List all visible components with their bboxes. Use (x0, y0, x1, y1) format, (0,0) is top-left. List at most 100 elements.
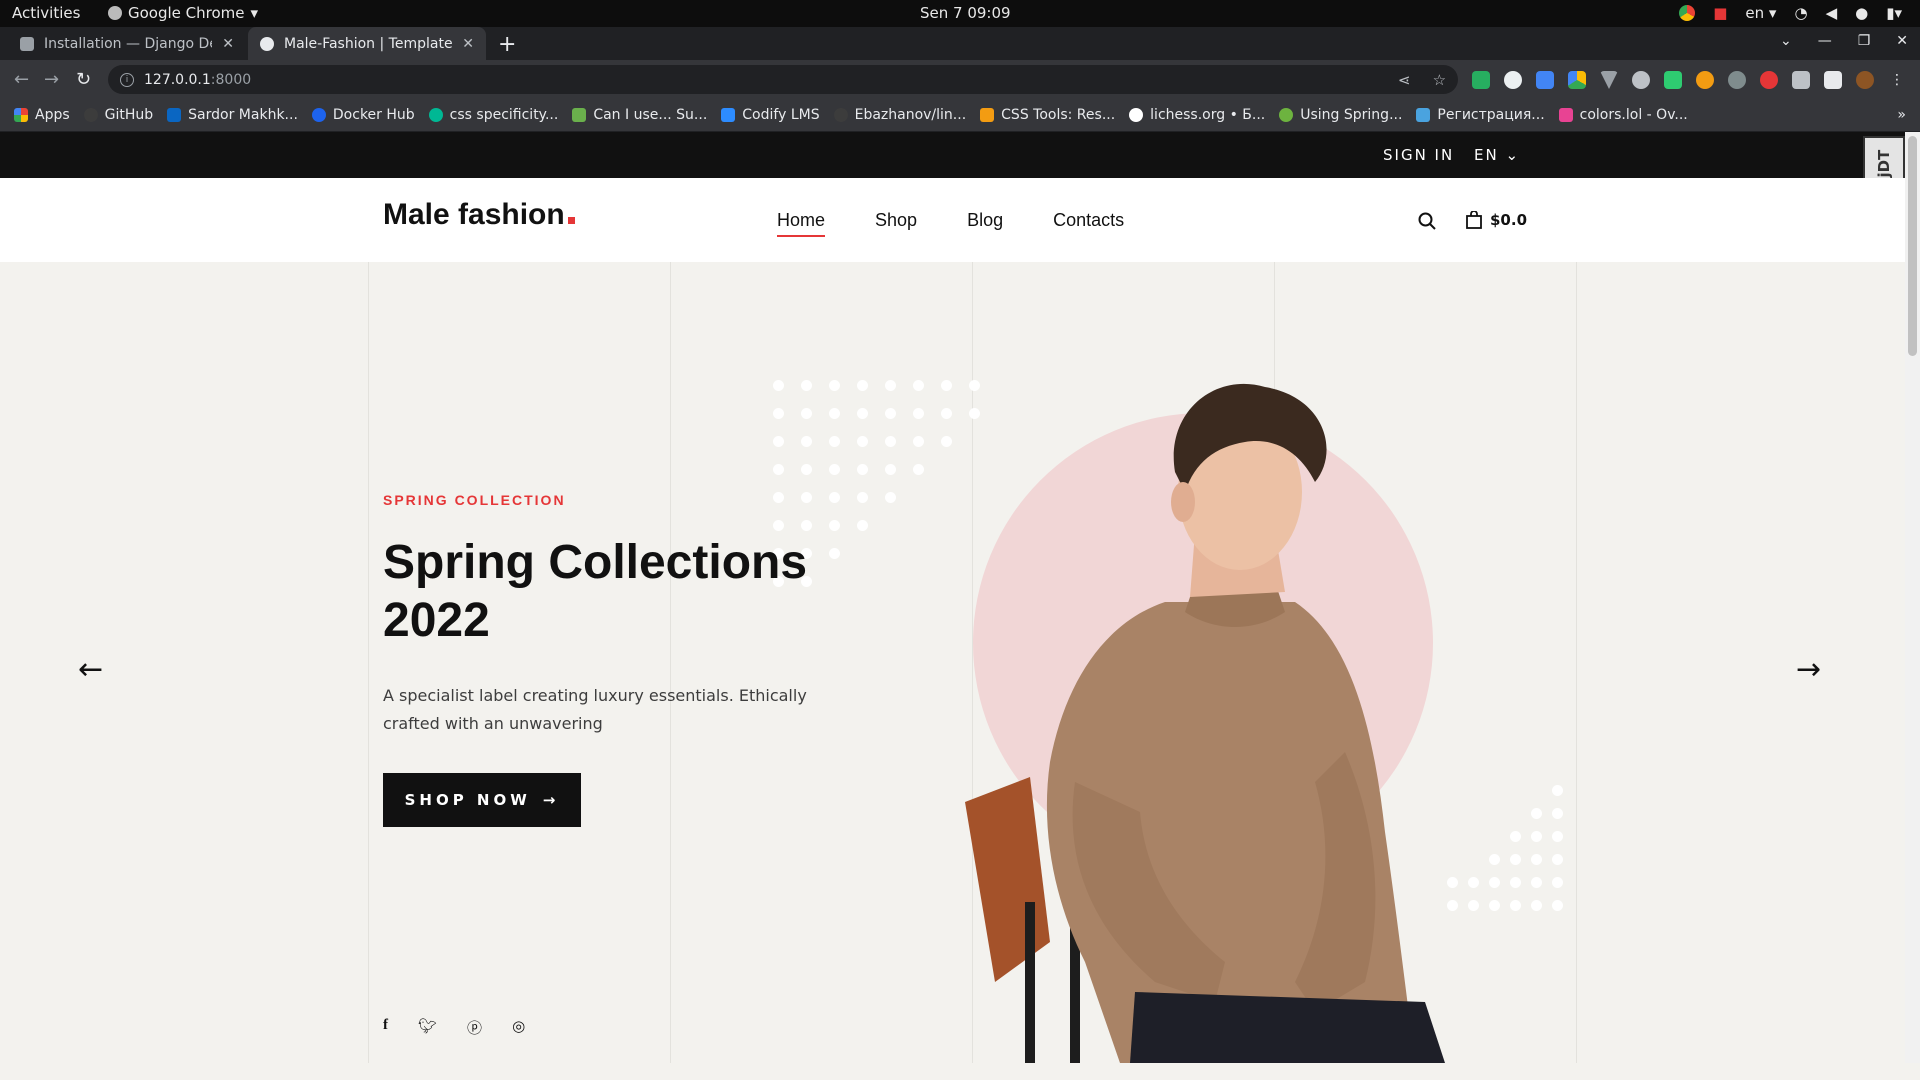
side-panel-icon[interactable] (1824, 71, 1842, 89)
minimize-icon[interactable]: — (1818, 33, 1832, 49)
decorative-dot (773, 464, 784, 475)
restore-icon[interactable]: ❐ (1858, 33, 1871, 49)
battery-icon[interactable]: ▮▾ (1886, 4, 1902, 22)
kebab-menu-icon[interactable]: ⋮ (1888, 71, 1906, 89)
instagram-icon[interactable]: ◎ (512, 1017, 525, 1038)
app-menu[interactable]: Google Chrome ▾ (108, 4, 258, 22)
twitter-icon[interactable]: 🐦︎ (418, 1017, 437, 1038)
bookmark-registration[interactable]: Регистрация... (1416, 107, 1545, 123)
extension-icon[interactable] (1760, 71, 1778, 89)
bookmark-using-spring[interactable]: Using Spring... (1279, 107, 1402, 123)
bookmark-label: Codify LMS (742, 107, 820, 123)
screen-record-icon[interactable]: ■ (1713, 4, 1727, 22)
decorative-dot (801, 492, 812, 503)
nav-home[interactable]: Home (777, 210, 826, 237)
sign-in-link[interactable]: SIGN IN (1383, 146, 1454, 164)
bookmark-can-i-use[interactable]: Can I use... Su... (572, 107, 707, 123)
tab-male-fashion[interactable]: Male-Fashion | Template ✕ (248, 27, 486, 60)
window-controls: ⌄ — ❐ ✕ (1780, 33, 1908, 49)
bookmark-colors-lol[interactable]: colors.lol - Ov... (1558, 107, 1688, 123)
nav-shop[interactable]: Shop (875, 210, 917, 231)
language-selector[interactable]: EN ⌄ (1474, 146, 1520, 164)
close-window-icon[interactable]: ✕ (1896, 33, 1908, 49)
cart-total: $0.0 (1490, 211, 1528, 229)
bookmark-ebazhanov[interactable]: Ebazhanov/lin... (833, 107, 966, 123)
new-tab-button[interactable]: + (498, 32, 516, 57)
bookmark-label: colors.lol - Ov... (1579, 107, 1688, 123)
tab-django-docs[interactable]: Installation — Django De ✕ (8, 27, 246, 60)
extensions-puzzle-icon[interactable] (1792, 71, 1810, 89)
bookmark-star-icon[interactable]: ☆ (1433, 71, 1446, 89)
scrollbar-thumb[interactable] (1908, 136, 1917, 356)
back-icon[interactable]: ← (14, 69, 29, 90)
slider-prev-arrow[interactable]: ← (78, 652, 103, 687)
vue-devtools-icon[interactable] (1600, 71, 1618, 89)
bookmark-label: GitHub (104, 107, 154, 123)
reload-icon[interactable]: ↻ (76, 69, 91, 90)
globe-icon (260, 36, 274, 51)
bookmark-docker-hub[interactable]: Docker Hub (311, 107, 415, 123)
profile-avatar[interactable] (1856, 71, 1874, 89)
extension-icon[interactable] (1504, 71, 1522, 89)
forward-icon[interactable]: → (44, 69, 59, 90)
nav-contacts[interactable]: Contacts (1053, 210, 1124, 231)
bookmark-github[interactable]: GitHub (83, 107, 154, 123)
more-bookmarks-icon[interactable]: » (1897, 107, 1906, 123)
address-bar[interactable]: i 127.0.0.1:8000 (108, 65, 1458, 94)
system-tray[interactable]: ■ en ▾ ◔ ◀ ● ▮▾ (1679, 4, 1902, 22)
clock[interactable]: Sen 7 09:09 (920, 4, 1011, 22)
microphone-icon[interactable]: ● (1855, 4, 1868, 22)
decorative-dot (857, 464, 868, 475)
decorative-dot (913, 464, 924, 475)
hero-slider: SPRING COLLECTION Spring Collections 202… (0, 262, 1905, 1063)
app-name: Google Chrome (128, 4, 245, 22)
site-info-icon[interactable]: i (120, 72, 134, 87)
chrome-tray-icon[interactable] (1679, 5, 1696, 21)
translate-icon[interactable] (1536, 71, 1554, 89)
bookmark-linkedin[interactable]: Sardor Makhk... (167, 107, 298, 123)
chevron-down-icon: ⌄ (1505, 146, 1521, 164)
decorative-dot (1552, 785, 1563, 796)
google-drive-icon[interactable] (1568, 71, 1586, 89)
decorative-dot (857, 436, 868, 447)
bookmark-codify-lms[interactable]: Codify LMS (721, 107, 820, 123)
bookmark-css-specificity[interactable]: css specificity... (428, 107, 558, 123)
decorative-dot (1531, 900, 1542, 911)
close-icon[interactable]: ✕ (222, 36, 234, 52)
page-scrollbar[interactable] (1905, 132, 1920, 1063)
wifi-icon[interactable]: ◔ (1794, 4, 1807, 22)
tab-search-icon[interactable]: ⌄ (1780, 33, 1792, 49)
search-icon[interactable] (1418, 212, 1436, 230)
bookmarks-bar: Apps GitHub Sardor Makhk... Docker Hub c… (0, 99, 1920, 132)
extension-icon[interactable] (1472, 71, 1490, 89)
share-icon[interactable]: ⋖ (1398, 71, 1411, 89)
close-icon[interactable]: ✕ (462, 36, 474, 52)
language-indicator[interactable]: en ▾ (1745, 4, 1776, 22)
extension-icon[interactable] (1696, 71, 1714, 89)
linkedin-icon (167, 108, 182, 122)
url-host: 127.0.0.1 (144, 71, 211, 88)
slider-next-arrow[interactable]: → (1796, 652, 1821, 687)
extension-icon[interactable] (1728, 71, 1746, 89)
decorative-dot (773, 492, 784, 503)
decorative-dot (829, 492, 840, 503)
site-top-bar: SIGN IN EN ⌄ (0, 132, 1905, 178)
hero-model-image (965, 383, 1445, 1063)
shop-now-button[interactable]: SHOP NOW → (383, 773, 581, 827)
url-text: 127.0.0.1:8000 (144, 72, 251, 88)
decorative-dot (1552, 900, 1563, 911)
site-logo[interactable]: Male fashion (383, 198, 575, 232)
activities-button[interactable]: Activities (12, 4, 80, 22)
decorative-dot (857, 520, 868, 531)
beta-extension-icon[interactable] (1664, 71, 1682, 89)
facebook-icon[interactable]: f (383, 1017, 388, 1038)
nav-blog[interactable]: Blog (967, 210, 1003, 231)
bookmark-css-tools[interactable]: CSS Tools: Res... (980, 107, 1115, 123)
cart-button[interactable]: $0.0 (1466, 211, 1527, 229)
url-port: :8000 (210, 71, 252, 88)
extension-icon[interactable] (1632, 71, 1650, 89)
bookmark-apps[interactable]: Apps (14, 107, 70, 123)
volume-icon[interactable]: ◀ (1826, 4, 1838, 22)
pinterest-icon[interactable]: ⓟ (467, 1017, 482, 1038)
bookmark-lichess[interactable]: lichess.org • Б... (1129, 107, 1265, 123)
